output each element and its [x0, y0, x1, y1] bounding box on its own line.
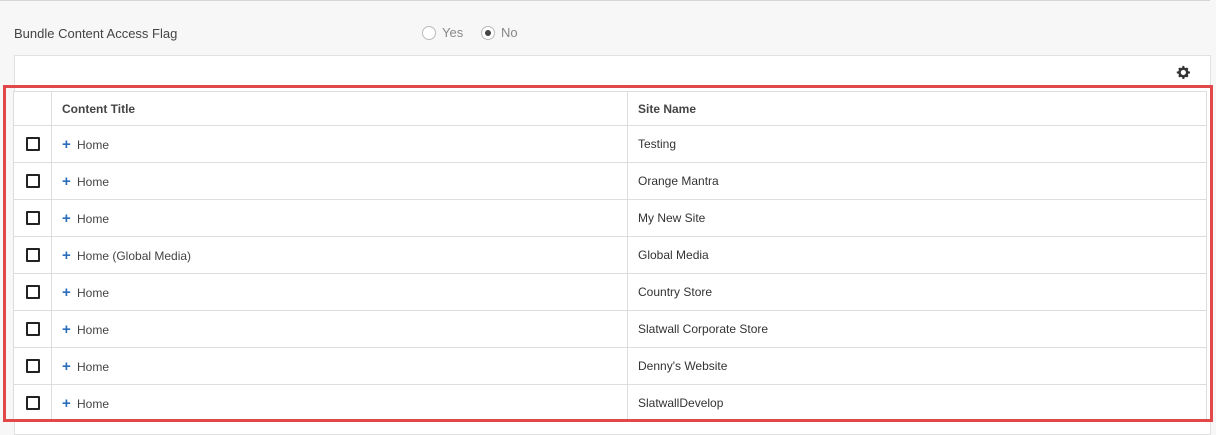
column-header-content-title[interactable]: Content Title: [51, 91, 628, 126]
row-checkbox[interactable]: [25, 396, 40, 411]
site-name-cell: Country Store: [627, 273, 1207, 311]
bundle-content-access-flag-row: Bundle Content Access Flag Yes No: [14, 24, 1204, 46]
site-name-cell: Denny's Website: [627, 347, 1207, 385]
section-divider: [0, 0, 1210, 1]
expand-plus-icon[interactable]: +: [62, 136, 75, 153]
expand-plus-icon[interactable]: +: [62, 284, 75, 301]
content-title: Home: [77, 285, 110, 300]
content-title: Home: [77, 359, 110, 374]
radio-no-circle[interactable]: [481, 25, 495, 40]
expand-plus-icon[interactable]: +: [62, 247, 75, 264]
expand-plus-icon[interactable]: +: [62, 321, 75, 338]
content-title: Home: [77, 211, 110, 226]
content-title-cell: + Home: [51, 199, 628, 237]
row-checkbox[interactable]: [25, 322, 40, 337]
radio-yes[interactable]: Yes: [422, 25, 463, 40]
site-name-cell: Slatwall Corporate Store: [627, 310, 1207, 348]
site-name-cell: My New Site: [627, 199, 1207, 237]
content-title-cell: + Home: [51, 347, 628, 385]
content-table: Content Title Site Name + Home Testing + H…: [13, 91, 1207, 422]
site-name-cell: Testing: [627, 125, 1207, 163]
expand-plus-icon[interactable]: +: [62, 358, 75, 375]
table-row: + Home (Global Media) Global Media: [13, 236, 1207, 274]
expand-plus-icon[interactable]: +: [62, 395, 75, 412]
content-title: Home: [77, 137, 110, 152]
row-checkbox[interactable]: [25, 359, 40, 374]
content-title-cell: + Home: [51, 273, 628, 311]
content-title: Home: [77, 174, 110, 189]
row-select-cell: [13, 236, 52, 274]
table-row: + Home SlatwallDevelop: [13, 384, 1207, 422]
radio-yes-label: Yes: [442, 25, 464, 40]
bundle-flag-label: Bundle Content Access Flag: [14, 26, 178, 41]
row-checkbox[interactable]: [25, 211, 40, 226]
site-name-cell: Orange Mantra: [627, 162, 1207, 200]
row-select-cell: [13, 125, 52, 163]
content-title-cell: + Home (Global Media): [51, 236, 628, 274]
site-name-cell: Global Media: [627, 236, 1207, 274]
table-row: + Home My New Site: [13, 199, 1207, 237]
table-row: + Home Testing: [13, 125, 1207, 163]
row-checkbox[interactable]: [25, 137, 40, 152]
content-title-cell: + Home: [51, 162, 628, 200]
row-select-cell: [13, 347, 52, 385]
site-name-cell: SlatwallDevelop: [627, 384, 1207, 422]
content-title: Home: [77, 396, 110, 411]
table-row: + Home Orange Mantra: [13, 162, 1207, 200]
row-checkbox[interactable]: [25, 285, 40, 300]
table-row: + Home Slatwall Corporate Store: [13, 310, 1207, 348]
expand-plus-icon[interactable]: +: [62, 210, 75, 227]
row-select-cell: [13, 273, 52, 311]
radio-no[interactable]: No: [481, 25, 518, 40]
select-column-header: [13, 91, 52, 126]
content-title-cell: + Home: [51, 310, 628, 348]
row-select-cell: [13, 384, 52, 422]
table-header-row: Content Title Site Name: [13, 91, 1207, 126]
table-row: + Home Denny's Website: [13, 347, 1207, 385]
content-title: Home (Global Media): [77, 248, 192, 263]
content-title: Home: [77, 322, 110, 337]
row-select-cell: [13, 199, 52, 237]
radio-no-label: No: [501, 25, 518, 40]
column-header-site-name[interactable]: Site Name: [627, 91, 1207, 126]
row-checkbox[interactable]: [25, 248, 40, 263]
radio-yes-circle[interactable]: [422, 25, 436, 40]
row-select-cell: [13, 310, 52, 348]
table-row: + Home Country Store: [13, 273, 1207, 311]
row-select-cell: [13, 162, 52, 200]
content-title-cell: + Home: [51, 125, 628, 163]
expand-plus-icon[interactable]: +: [62, 173, 75, 190]
content-title-cell: + Home: [51, 384, 628, 422]
row-checkbox[interactable]: [25, 174, 40, 189]
gear-icon[interactable]: [1176, 65, 1190, 79]
